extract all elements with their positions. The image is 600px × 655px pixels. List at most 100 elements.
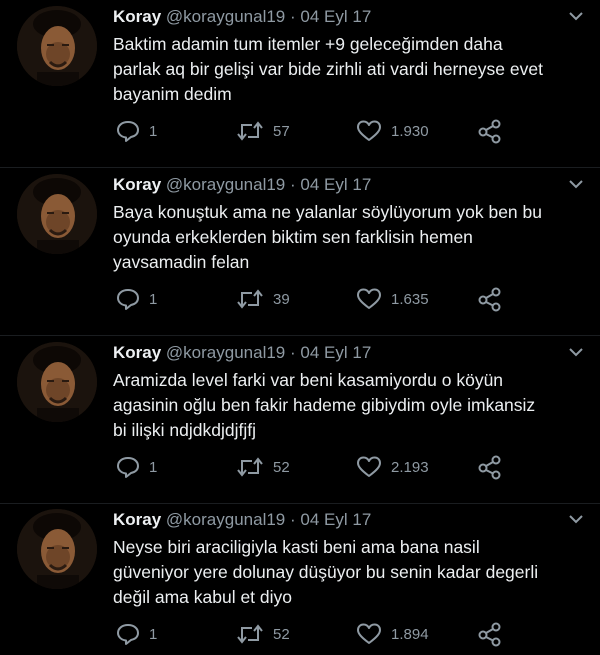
tweet-date[interactable]: 04 Eyl 17 <box>300 175 371 194</box>
avatar[interactable] <box>17 174 97 254</box>
tweet-text: Neyse biri araciligiyla kasti beni ama b… <box>113 535 583 610</box>
retweet-button[interactable]: 52 <box>235 620 290 648</box>
retweet-icon <box>237 457 263 477</box>
tweet[interactable]: Koray @koraygunal19 · 04 Eyl 17 Neyse bi… <box>0 503 600 655</box>
retweet-button[interactable]: 52 <box>235 453 290 481</box>
heart-icon <box>357 456 381 477</box>
like-count: 1.894 <box>391 625 429 643</box>
like-button[interactable]: 1.894 <box>355 620 429 648</box>
tweet-header: Koray @koraygunal19 · 04 Eyl 17 <box>113 342 371 364</box>
retweet-icon <box>237 289 263 309</box>
reply-count: 1 <box>149 458 158 476</box>
reply-count: 1 <box>149 290 158 308</box>
tweet-header: Koray @koraygunal19 · 04 Eyl 17 <box>113 174 371 196</box>
tweet-text-line: Baya konuştuk ama ne yalanlar söylüyorum… <box>113 202 542 222</box>
tweet-text-line: agasinin oğlu ben fakir hademe gibiydim … <box>113 395 536 415</box>
tweet-text: Baktim adamin tum itemler +9 geleceğimde… <box>113 32 583 107</box>
profile-photo <box>17 6 97 86</box>
retweet-icon <box>237 624 263 644</box>
tweet-text-line: oyunda erkeklerden biktim sen farklisin … <box>113 227 473 247</box>
reply-button[interactable]: 1 <box>115 453 157 481</box>
tweet-date[interactable]: 04 Eyl 17 <box>300 510 371 529</box>
heart-icon <box>357 120 381 141</box>
profile-photo <box>17 509 97 589</box>
tweet-date[interactable]: 04 Eyl 17 <box>300 343 371 362</box>
user-handle[interactable]: @koraygunal19 <box>166 343 285 362</box>
tweet[interactable]: Koray @koraygunal19 · 04 Eyl 17 Baya kon… <box>0 168 600 336</box>
tweet-actions: 1 52 1.894 <box>113 620 513 648</box>
share-icon <box>478 455 501 480</box>
user-handle[interactable]: @koraygunal19 <box>166 510 285 529</box>
tweet-text-line: güveniyor yere dolunay düşüyor bu senin … <box>113 562 539 582</box>
user-name[interactable]: Koray <box>113 510 161 529</box>
user-name[interactable]: Koray <box>113 175 161 194</box>
tweet-actions: 1 52 2.193 <box>113 453 513 481</box>
chevron-down-icon[interactable] <box>566 176 586 192</box>
tweet-actions: 1 39 1.635 <box>113 285 513 313</box>
profile-photo <box>17 342 97 422</box>
chevron-down-icon[interactable] <box>566 8 586 24</box>
tweet[interactable]: Koray @koraygunal19 · 04 Eyl 17 Baktim a… <box>0 0 600 168</box>
like-count: 2.193 <box>391 458 429 476</box>
tweet-text-line: yavsamadin felan <box>113 252 250 272</box>
separator: · <box>290 510 296 529</box>
user-name[interactable]: Koray <box>113 343 161 362</box>
reply-icon <box>117 624 139 645</box>
tweet-header: Koray @koraygunal19 · 04 Eyl 17 <box>113 6 371 28</box>
like-button[interactable]: 1.930 <box>355 117 429 145</box>
reply-button[interactable]: 1 <box>115 285 157 313</box>
retweet-count: 39 <box>273 290 290 308</box>
retweet-count: 52 <box>273 625 290 643</box>
like-count: 1.635 <box>391 290 429 308</box>
separator: · <box>290 7 296 26</box>
avatar[interactable] <box>17 6 97 86</box>
user-handle[interactable]: @koraygunal19 <box>166 7 285 26</box>
retweet-button[interactable]: 57 <box>235 117 290 145</box>
tweet-text-line: Neyse biri araciligiyla kasti beni ama b… <box>113 537 480 557</box>
reply-count: 1 <box>149 122 158 140</box>
reply-count: 1 <box>149 625 158 643</box>
retweet-count: 52 <box>273 458 290 476</box>
share-icon <box>478 622 501 647</box>
retweet-icon <box>237 121 263 141</box>
reply-icon <box>117 289 139 310</box>
like-button[interactable]: 1.635 <box>355 285 429 313</box>
chevron-down-icon[interactable] <box>566 511 586 527</box>
separator: · <box>290 343 296 362</box>
share-button[interactable] <box>477 620 503 648</box>
tweet-date[interactable]: 04 Eyl 17 <box>300 7 371 26</box>
tweet-text-line: Baktim adamin tum itemler +9 geleceğimde… <box>113 34 503 54</box>
reply-button[interactable]: 1 <box>115 117 157 145</box>
share-button[interactable] <box>477 453 503 481</box>
avatar[interactable] <box>17 342 97 422</box>
tweet-header: Koray @koraygunal19 · 04 Eyl 17 <box>113 509 371 531</box>
share-icon <box>478 119 501 144</box>
share-button[interactable] <box>477 285 503 313</box>
heart-icon <box>357 623 381 644</box>
reply-icon <box>117 121 139 142</box>
share-button[interactable] <box>477 117 503 145</box>
heart-icon <box>357 288 381 309</box>
retweet-count: 57 <box>273 122 290 140</box>
tweet[interactable]: Koray @koraygunal19 · 04 Eyl 17 Aramizda… <box>0 336 600 504</box>
reply-button[interactable]: 1 <box>115 620 157 648</box>
tweet-text-line: Aramizda level farki var beni kasamiyord… <box>113 370 504 390</box>
retweet-button[interactable]: 39 <box>235 285 290 313</box>
tweet-text-line: bi ilişki ndjdkdjdjfjfj <box>113 420 256 440</box>
tweet-text-line: değil ama kabul et diyo <box>113 587 292 607</box>
user-handle[interactable]: @koraygunal19 <box>166 175 285 194</box>
tweet-actions: 1 57 1.930 <box>113 117 513 145</box>
avatar[interactable] <box>17 509 97 589</box>
profile-photo <box>17 174 97 254</box>
tweet-text: Aramizda level farki var beni kasamiyord… <box>113 368 583 443</box>
like-count: 1.930 <box>391 122 429 140</box>
separator: · <box>290 175 296 194</box>
chevron-down-icon[interactable] <box>566 344 586 360</box>
like-button[interactable]: 2.193 <box>355 453 429 481</box>
reply-icon <box>117 457 139 478</box>
tweet-text: Baya konuştuk ama ne yalanlar söylüyorum… <box>113 200 583 275</box>
tweet-text-line: parlak aq bir gelişi var bide zirhli ati… <box>113 59 543 79</box>
tweet-text-line: bayanim dedim <box>113 84 232 104</box>
share-icon <box>478 287 501 312</box>
user-name[interactable]: Koray <box>113 7 161 26</box>
